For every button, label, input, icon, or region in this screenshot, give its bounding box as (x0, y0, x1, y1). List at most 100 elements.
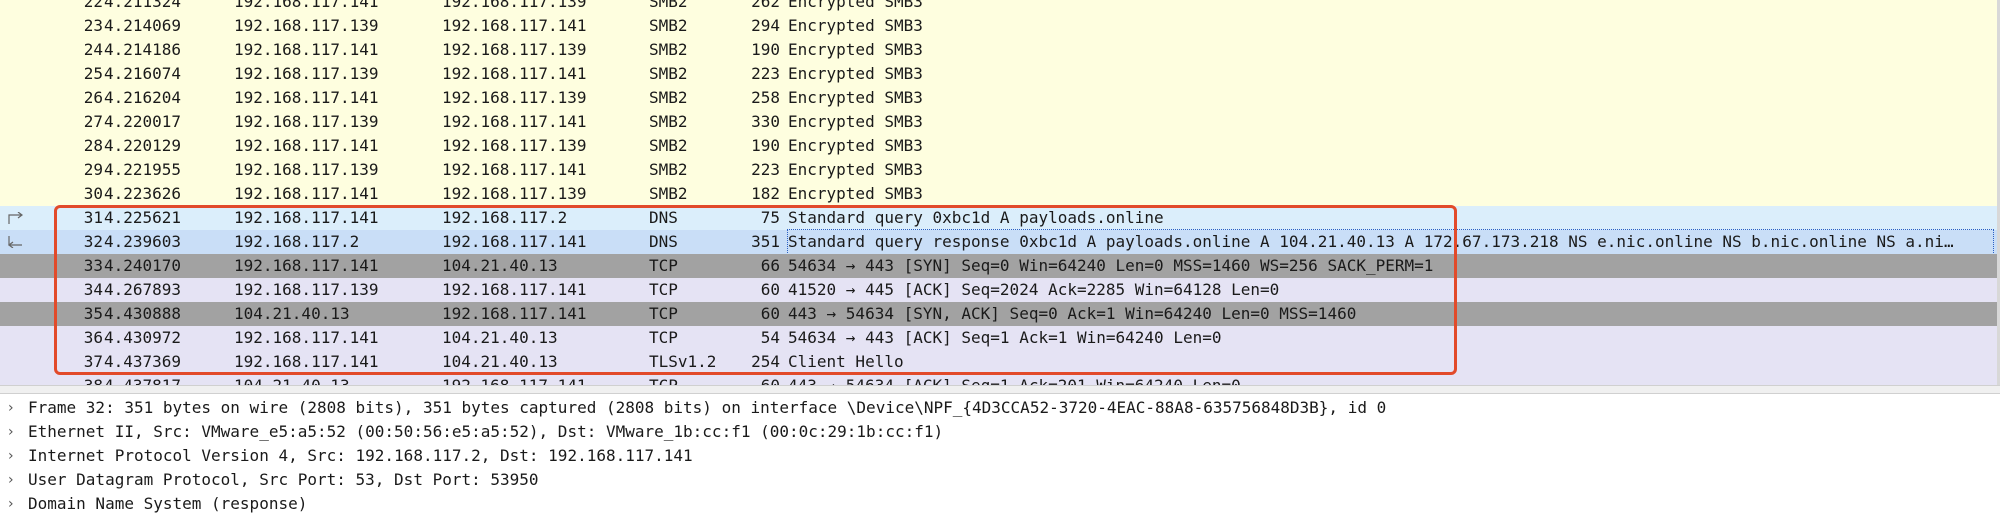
packet-source: 192.168.117.141 (234, 0, 379, 11)
packet-length: 294 (751, 16, 780, 35)
packet-number: 26 (83, 88, 103, 107)
packet-length: 60 (760, 280, 780, 299)
packet-time: 4.430972 (104, 328, 182, 347)
packet-info: Encrypted SMB3 (788, 16, 923, 35)
packet-destination: 192.168.117.141 (442, 374, 587, 385)
packet-length: 190 (751, 136, 780, 155)
packet-info: 54634 → 443 [SYN] Seq=0 Win=64240 Len=0 … (788, 256, 1434, 275)
packet-destination: 104.21.40.13 (442, 328, 558, 347)
packet-number: 37 (83, 352, 103, 371)
chevron-right-icon[interactable]: › (8, 492, 20, 516)
packet-time: 4.430888 (104, 304, 182, 323)
packet-row[interactable]: 33 4.240170 192.168.117.141 104.21.40.13… (0, 254, 1997, 278)
detail-tree-label: Frame 32: 351 bytes on wire (2808 bits),… (28, 398, 1387, 417)
packet-row[interactable]: 23 4.214069 192.168.117.139 192.168.117.… (0, 14, 1997, 38)
packet-source: 192.168.117.141 (234, 352, 379, 371)
packet-time: 4.239603 (104, 232, 182, 251)
packet-info: Encrypted SMB3 (788, 88, 923, 107)
packet-info: Encrypted SMB3 (788, 0, 923, 11)
packet-time: 4.225621 (104, 208, 182, 227)
packet-number: 27 (83, 112, 103, 131)
packet-length: 262 (751, 0, 780, 11)
packet-info: Encrypted SMB3 (788, 160, 923, 179)
pane-splitter[interactable] (0, 385, 2000, 394)
packet-number: 35 (83, 304, 103, 323)
packet-number: 28 (83, 136, 103, 155)
packet-protocol: SMB2 (649, 136, 688, 155)
packet-source: 192.168.117.139 (234, 16, 379, 35)
packet-row[interactable]: 30 4.223626 192.168.117.141 192.168.117.… (0, 182, 1997, 206)
packet-time: 4.220017 (104, 112, 182, 131)
packet-row[interactable]: 32 4.239603 192.168.117.2 192.168.117.14… (0, 229, 1997, 255)
packet-time: 4.221955 (104, 160, 182, 179)
packet-row[interactable]: 34 4.267893 192.168.117.139 192.168.117.… (0, 278, 1997, 302)
packet-time: 4.216204 (104, 88, 182, 107)
packet-length: 190 (751, 40, 780, 59)
packet-destination: 192.168.117.141 (442, 160, 587, 179)
packet-source: 192.168.117.2 (234, 232, 360, 251)
packet-info: 54634 → 443 [ACK] Seq=1 Ack=1 Win=64240 … (788, 328, 1222, 347)
packet-row[interactable]: 38 4.437817 104.21.40.13 192.168.117.141… (0, 374, 1997, 385)
packet-number: 34 (83, 280, 103, 299)
packet-details-pane[interactable]: › Frame 32: 351 bytes on wire (2808 bits… (0, 394, 2000, 513)
packet-row[interactable]: 22 4.211324 192.168.117.141 192.168.117.… (0, 0, 1997, 14)
packet-info: Encrypted SMB3 (788, 64, 923, 83)
packet-row[interactable]: 28 4.220129 192.168.117.141 192.168.117.… (0, 134, 1997, 158)
packet-source: 192.168.117.141 (234, 184, 379, 203)
packet-length: 330 (751, 112, 780, 131)
packet-protocol: SMB2 (649, 160, 688, 179)
packet-source: 192.168.117.139 (234, 160, 379, 179)
packet-protocol: SMB2 (649, 16, 688, 35)
packet-row[interactable]: 29 4.221955 192.168.117.139 192.168.117.… (0, 158, 1997, 182)
packet-row[interactable]: 24 4.214186 192.168.117.141 192.168.117.… (0, 38, 1997, 62)
packet-time: 4.220129 (104, 136, 182, 155)
packet-number: 25 (83, 64, 103, 83)
packet-row[interactable]: 25 4.216074 192.168.117.139 192.168.117.… (0, 62, 1997, 86)
packet-protocol: TCP (649, 328, 678, 347)
chevron-right-icon[interactable]: › (8, 468, 20, 492)
packet-number: 24 (83, 40, 103, 59)
packet-row[interactable]: 35 4.430888 104.21.40.13 192.168.117.141… (0, 302, 1997, 326)
chevron-right-icon[interactable]: › (8, 444, 20, 468)
packet-info: Standard query 0xbc1d A payloads.online (788, 208, 1164, 227)
chevron-right-icon[interactable]: › (8, 396, 20, 420)
packet-length: 75 (760, 208, 780, 227)
packet-info: 443 → 54634 [SYN, ACK] Seq=0 Ack=1 Win=6… (788, 304, 1357, 323)
packet-destination: 192.168.117.141 (442, 64, 587, 83)
packet-source: 192.168.117.141 (234, 208, 379, 227)
packet-number: 29 (83, 160, 103, 179)
packet-row[interactable]: 27 4.220017 192.168.117.139 192.168.117.… (0, 110, 1997, 134)
packet-destination: 192.168.117.2 (442, 208, 568, 227)
chevron-right-icon[interactable]: › (8, 420, 20, 444)
detail-tree-label: Ethernet II, Src: VMware_e5:a5:52 (00:50… (28, 422, 944, 441)
packet-protocol: TCP (649, 374, 678, 385)
packet-destination: 192.168.117.139 (442, 0, 587, 11)
packet-destination: 192.168.117.141 (442, 16, 587, 35)
packet-source: 192.168.117.141 (234, 40, 379, 59)
packet-destination: 192.168.117.139 (442, 184, 587, 203)
packet-length: 254 (751, 352, 780, 371)
packet-number: 22 (83, 0, 103, 11)
packet-row[interactable]: 31 4.225621 192.168.117.141 192.168.117.… (0, 206, 1997, 230)
packet-number: 23 (83, 16, 103, 35)
packet-protocol: SMB2 (649, 184, 688, 203)
packet-length: 223 (751, 160, 780, 179)
packet-destination: 192.168.117.141 (442, 112, 587, 131)
packet-protocol: TCP (649, 256, 678, 275)
packet-info: Encrypted SMB3 (788, 112, 923, 131)
packet-list[interactable]: 22 4.211324 192.168.117.141 192.168.117.… (0, 0, 2000, 385)
packet-time: 4.216074 (104, 64, 182, 83)
packet-protocol: DNS (649, 208, 678, 227)
packet-source: 104.21.40.13 (234, 304, 350, 323)
packet-protocol: SMB2 (649, 64, 688, 83)
packet-protocol: SMB2 (649, 88, 688, 107)
packet-protocol: TLSv1.2 (649, 352, 717, 371)
packet-protocol: SMB2 (649, 0, 688, 11)
packet-row[interactable]: 37 4.437369 192.168.117.141 104.21.40.13… (0, 350, 1997, 374)
packet-time: 4.240170 (104, 256, 182, 275)
packet-info: Encrypted SMB3 (788, 184, 923, 203)
packet-time: 4.214069 (104, 16, 182, 35)
packet-info: Encrypted SMB3 (788, 136, 923, 155)
packet-row[interactable]: 26 4.216204 192.168.117.141 192.168.117.… (0, 86, 1997, 110)
packet-row[interactable]: 36 4.430972 192.168.117.141 104.21.40.13… (0, 326, 1997, 350)
